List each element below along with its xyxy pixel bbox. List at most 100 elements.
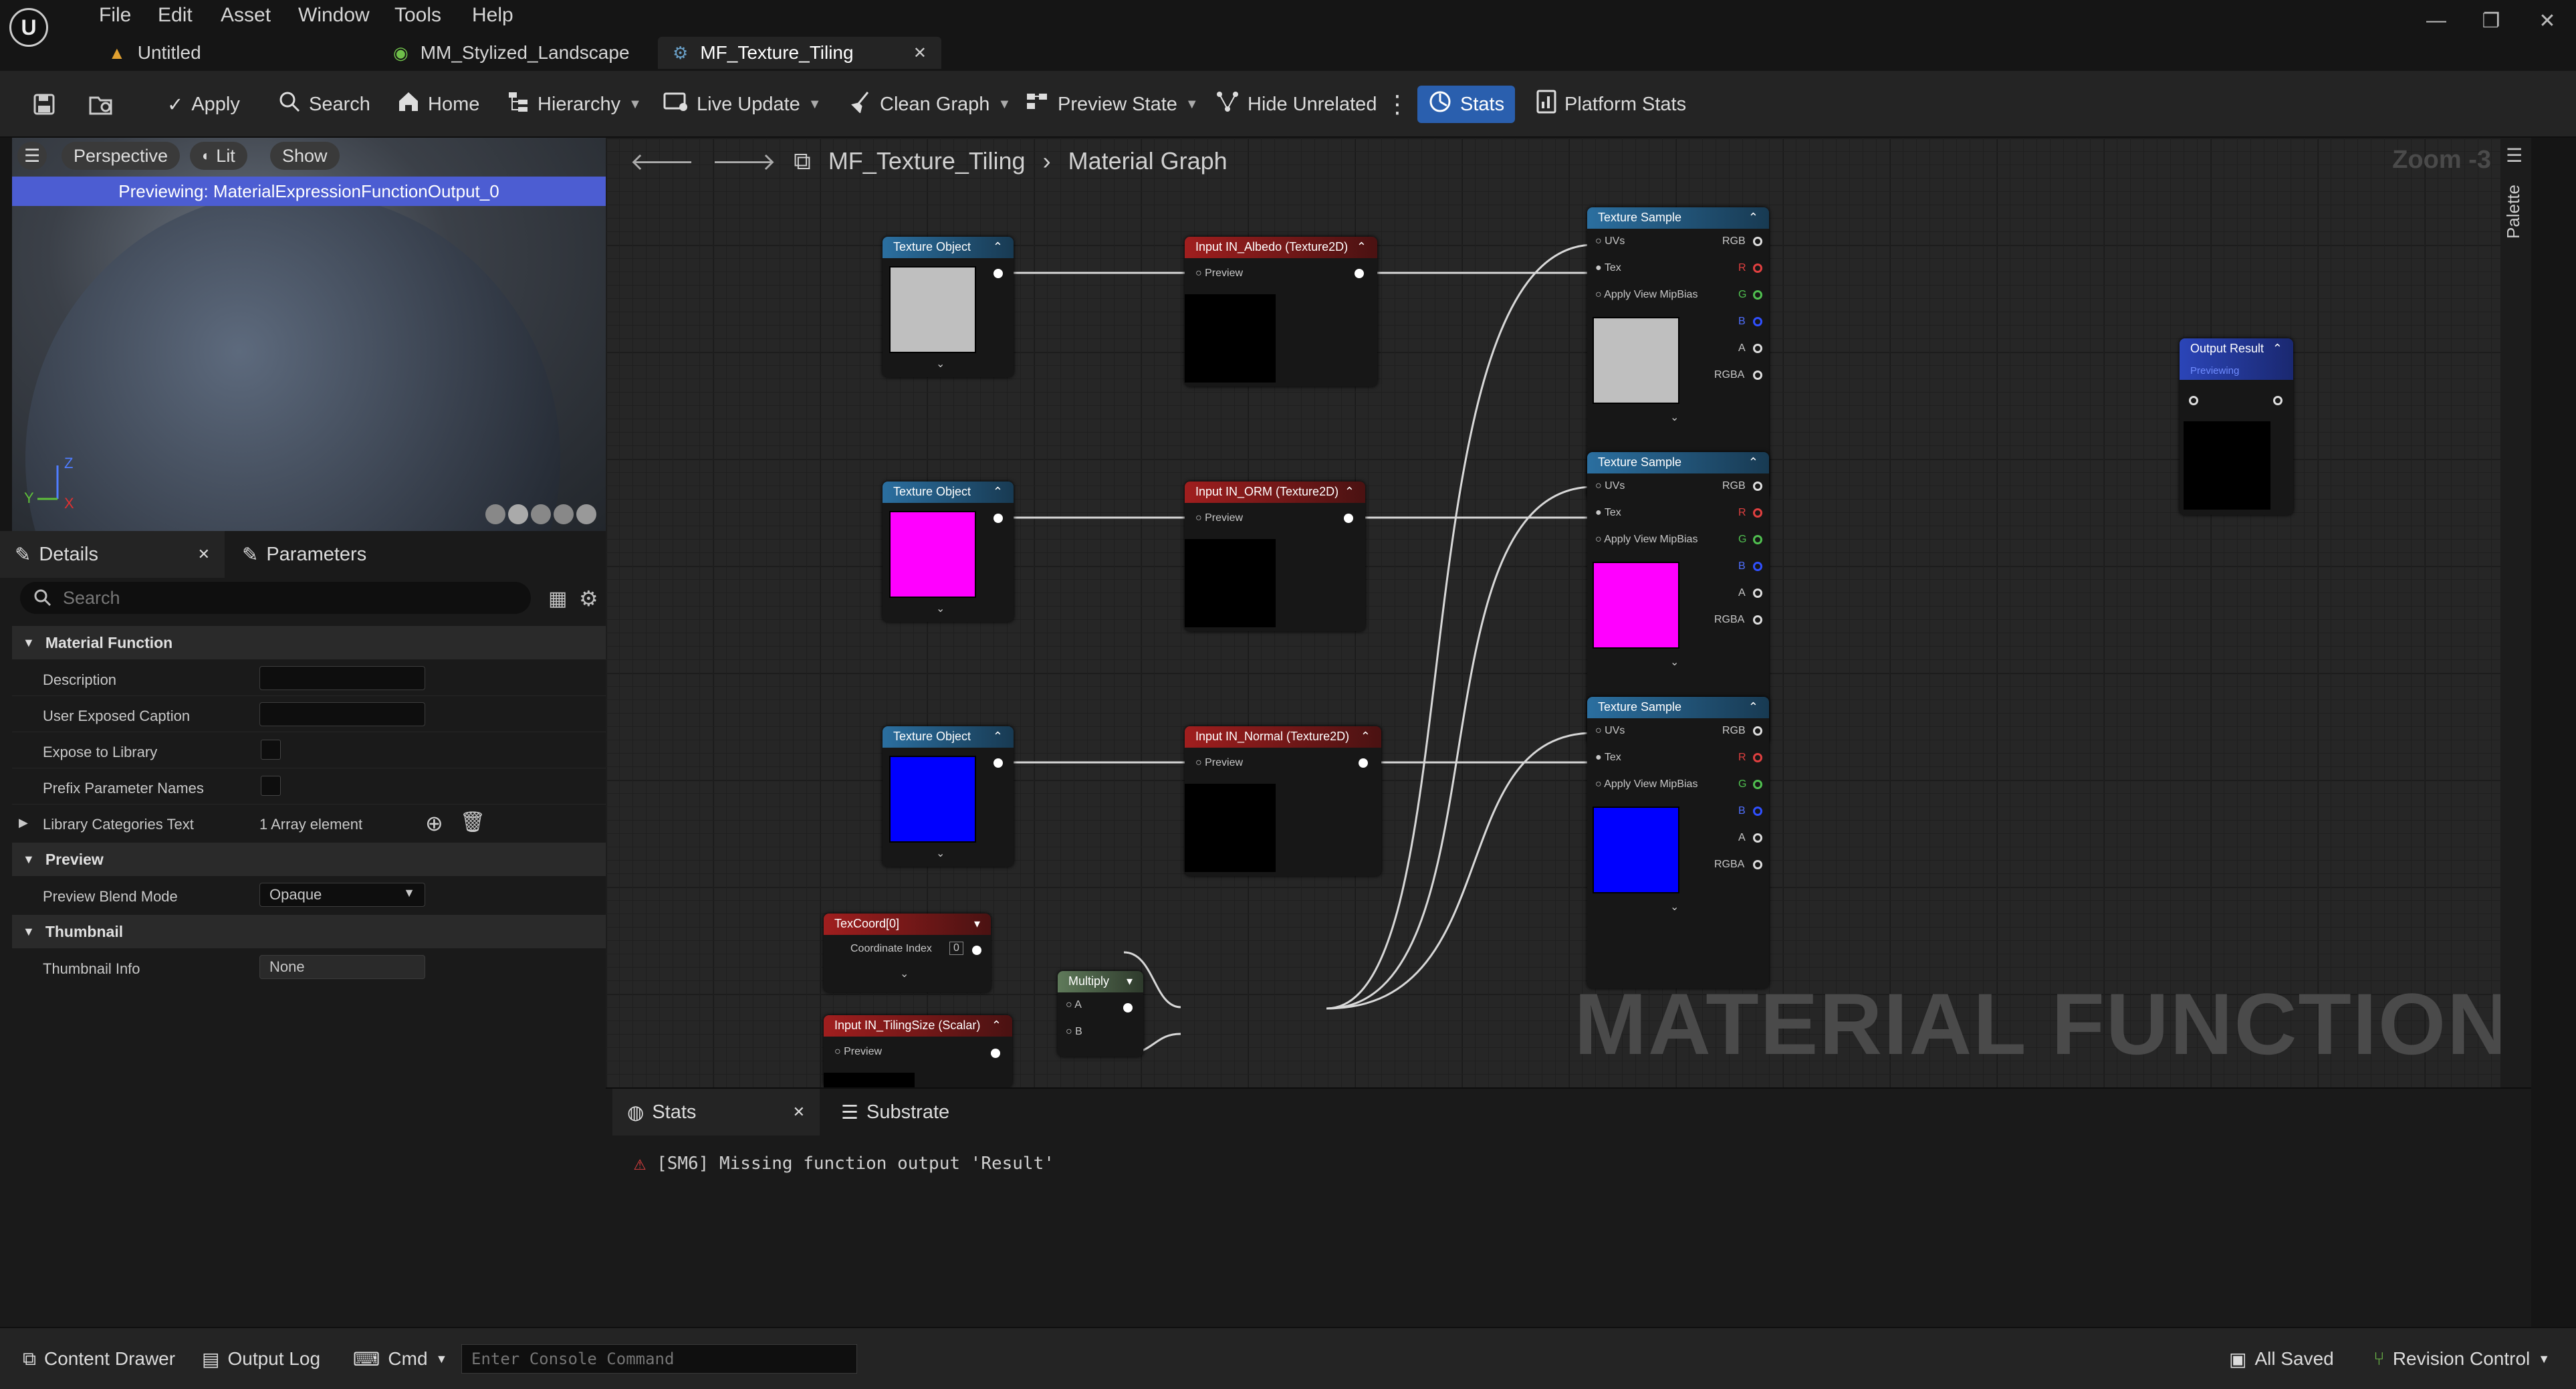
user-exposed-caption-field[interactable] <box>259 702 425 726</box>
all-saved-indicator[interactable]: ▣ All Saved <box>2229 1344 2334 1374</box>
texture-object-node-normal[interactable]: Texture Object ⌃ ⌄ <box>883 726 1014 867</box>
texture-object-node-orm[interactable]: Texture Object ⌃ ⌄ <box>883 482 1014 622</box>
palette-tab[interactable]: Palette <box>2503 185 2524 239</box>
collapse-icon[interactable]: ⌃ <box>991 1019 1002 1033</box>
browse-icon[interactable] <box>83 86 120 123</box>
tab-parameters[interactable]: ✎ Parameters <box>227 531 381 578</box>
chevron-down-icon[interactable]: ⌄ <box>936 602 945 615</box>
section-material-function[interactable]: ▼ Material Function <box>12 626 606 659</box>
menu-help[interactable]: Help <box>472 4 513 27</box>
chevron-down-icon[interactable]: ▾ <box>1127 974 1133 989</box>
plane-icon[interactable] <box>531 504 551 524</box>
close-icon[interactable]: ✕ <box>913 43 927 63</box>
sphere-icon[interactable] <box>508 504 528 524</box>
viewport-menu-icon[interactable]: ☰ <box>17 142 47 170</box>
multiply-node[interactable]: Multiply ▾ ○ A ○ B <box>1058 971 1143 1057</box>
add-element-icon[interactable]: ⊕ <box>425 811 443 836</box>
collapse-icon[interactable]: ⌃ <box>1748 211 1758 225</box>
collapse-icon[interactable]: ⌃ <box>993 485 1003 500</box>
close-window-icon[interactable]: ✕ <box>2527 9 2567 39</box>
prefix-parameter-names-checkbox[interactable] <box>261 776 281 796</box>
more-options-icon[interactable]: ⋮ <box>1380 86 1415 123</box>
output-pin[interactable] <box>1359 758 1368 768</box>
coordinate-index-value[interactable]: 0 <box>949 942 963 955</box>
home-button[interactable]: Home <box>392 86 485 123</box>
hide-unrelated-button[interactable]: Hide Unrelated <box>1210 86 1382 123</box>
collapse-icon[interactable]: ⌃ <box>1748 700 1758 715</box>
teapot-icon[interactable] <box>576 504 596 524</box>
input-normal-node[interactable]: Input IN_Normal (Texture2D) ⌃ ○ Preview <box>1185 726 1381 876</box>
clean-graph-dropdown[interactable]: Clean Graph ▼ <box>844 86 1016 123</box>
collapse-icon[interactable]: ⌃ <box>2272 342 2282 356</box>
output-pin[interactable] <box>993 514 1003 523</box>
preview-blend-mode-select[interactable]: Opaque ▼ <box>259 883 425 907</box>
menu-file[interactable]: File <box>99 4 131 27</box>
input-orm-node[interactable]: Input IN_ORM (Texture2D) ⌃ ○ Preview <box>1185 482 1365 631</box>
output-pin[interactable] <box>972 946 981 955</box>
save-icon[interactable] <box>27 86 62 123</box>
menu-edit[interactable]: Edit <box>158 4 193 27</box>
section-preview[interactable]: ▼ Preview <box>12 843 606 876</box>
chevron-down-icon[interactable]: ⌄ <box>1670 900 1679 914</box>
trash-icon[interactable]: 🗑 <box>460 811 485 834</box>
output-pin[interactable] <box>1355 269 1364 278</box>
show-button[interactable]: Show <box>270 142 340 170</box>
description-field[interactable] <box>259 666 425 690</box>
thumbnail-info-field[interactable]: None <box>259 955 425 979</box>
input-tiling-size-node[interactable]: Input IN_TilingSize (Scalar) ⌃ ○ Preview <box>824 1015 1012 1087</box>
cube-icon[interactable] <box>554 504 574 524</box>
tab-mf-texture-tiling[interactable]: ⚙ MF_Texture_Tiling ✕ <box>658 37 941 69</box>
output-log-button[interactable]: ▤ Output Log <box>202 1344 320 1374</box>
platform-stats-button[interactable]: Platform Stats <box>1531 86 1691 123</box>
tab-details[interactable]: ✎ Details ✕ <box>0 531 225 578</box>
restore-icon[interactable]: ❐ <box>2471 9 2511 39</box>
stats-toggle[interactable]: Stats <box>1417 86 1516 123</box>
expose-to-library-checkbox[interactable] <box>261 740 281 760</box>
tab-substrate[interactable]: ☰ Substrate <box>826 1089 964 1136</box>
tab-untitled[interactable]: ▲ Untitled <box>94 37 216 69</box>
tab-mm-stylized-landscape[interactable]: ◉ MM_Stylized_Landscape <box>378 37 645 69</box>
chevron-right-icon[interactable]: ▶ <box>19 816 28 830</box>
apply-button[interactable]: ✓ Apply <box>162 86 245 123</box>
section-thumbnail[interactable]: ▼ Thumbnail <box>12 915 606 948</box>
material-graph-canvas[interactable]: 🡐 🡒 ⧉ MF_Texture_Tiling › Material Graph… <box>606 138 2531 1087</box>
cylinder-icon[interactable] <box>485 504 505 524</box>
unreal-logo-icon[interactable]: U <box>9 8 48 47</box>
output-pin[interactable] <box>993 269 1003 278</box>
chevron-down-icon[interactable]: ⌄ <box>1670 655 1679 669</box>
collapse-icon[interactable]: ⌃ <box>993 730 1003 744</box>
menu-tools[interactable]: Tools <box>394 4 441 27</box>
output-pin[interactable] <box>1344 514 1353 523</box>
console-command-input[interactable] <box>461 1344 857 1374</box>
collapse-icon[interactable]: ⌃ <box>1344 485 1355 500</box>
live-update-dropdown[interactable]: Live Update ▼ <box>658 86 827 123</box>
texcoord-node[interactable]: TexCoord[0] ▾ Coordinate Index 0 ⌄ <box>824 914 991 992</box>
preview-viewport[interactable]: ☰ Perspective ◐ Lit Show Previewing: Mate… <box>12 138 606 531</box>
output-result-node[interactable]: Output Result ⌃ Previewing <box>2180 338 2293 515</box>
gear-icon[interactable]: ⚙ <box>579 586 598 611</box>
hierarchy-dropdown[interactable]: Hierarchy ▼ <box>501 86 647 123</box>
palette-menu-icon[interactable]: ☰ <box>2506 144 2523 167</box>
output-pin[interactable] <box>991 1049 1000 1058</box>
tab-stats[interactable]: ◍ Stats ✕ <box>612 1089 820 1136</box>
perspective-button[interactable]: Perspective <box>62 142 181 170</box>
collapse-icon[interactable]: ⌃ <box>1748 455 1758 470</box>
details-search-input[interactable]: Search <box>20 582 531 614</box>
output-pin[interactable] <box>993 758 1003 768</box>
texture-sample-node-normal[interactable]: Texture Sample ⌃ ○ UVs ● Tex ○ Apply View… <box>1587 697 1769 988</box>
content-drawer-button[interactable]: ⧉ Content Drawer <box>23 1344 175 1374</box>
menu-window[interactable]: Window <box>298 4 370 27</box>
collapse-icon[interactable]: ⌃ <box>1357 240 1367 255</box>
chevron-down-icon[interactable]: ⌄ <box>900 967 909 980</box>
menu-asset[interactable]: Asset <box>221 4 271 27</box>
preview-state-dropdown[interactable]: Preview State ▼ <box>1020 86 1204 123</box>
chevron-down-icon[interactable]: ⌄ <box>1670 411 1679 424</box>
table-view-icon[interactable]: ▦ <box>548 587 567 611</box>
revision-control-dropdown[interactable]: ⑂ Revision Control ▼ <box>2373 1344 2550 1374</box>
chevron-down-icon[interactable]: ⌄ <box>936 357 945 370</box>
chevron-down-icon[interactable]: ▾ <box>974 917 980 932</box>
search-button[interactable]: Search <box>273 86 376 123</box>
collapse-icon[interactable]: ⌃ <box>1361 730 1371 744</box>
close-icon[interactable]: ✕ <box>198 546 210 563</box>
cmd-dropdown[interactable]: ⌨ Cmd ▼ <box>353 1344 447 1374</box>
